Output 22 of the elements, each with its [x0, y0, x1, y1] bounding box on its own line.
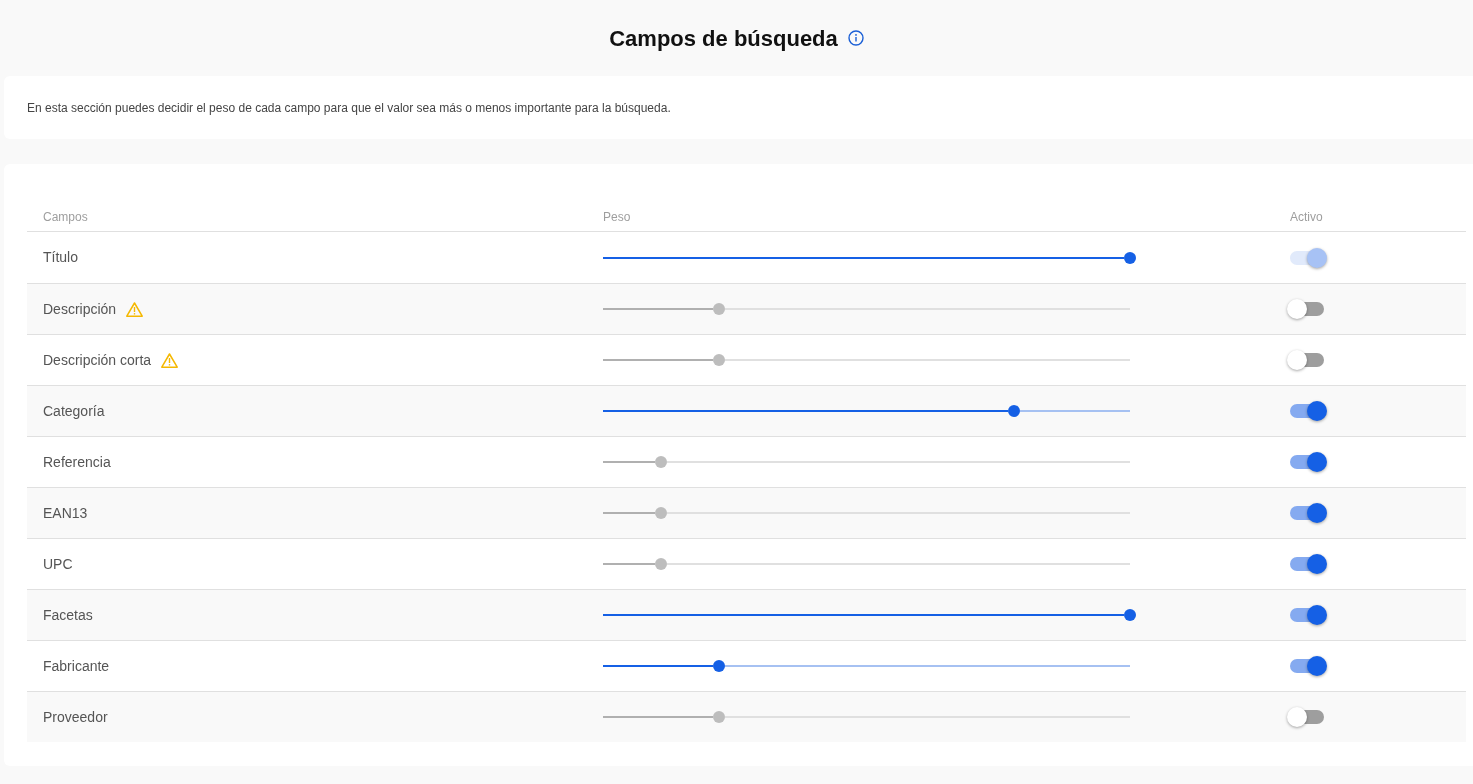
field-name: EAN13 — [43, 503, 88, 523]
field-name: Descripción — [43, 299, 117, 319]
column-header: Campos — [43, 209, 88, 224]
slider-track[interactable] — [603, 609, 1136, 621]
intro-text: En esta sección puedes decidir el peso de cada campo para que el valor sea más o menos importante para la búsqueda. — [27, 99, 671, 117]
slider-thumb[interactable] — [712, 660, 725, 672]
slider-track[interactable] — [603, 251, 1136, 264]
field-name: Referencia — [43, 452, 111, 472]
slider-thumb[interactable] — [1008, 405, 1021, 417]
info-icon[interactable] — [847, 30, 864, 46]
column-header: Peso — [603, 209, 631, 224]
field-name: Facetas — [43, 605, 93, 625]
slider-thumb[interactable] — [1124, 251, 1136, 264]
field-name: Fabricante — [43, 656, 110, 676]
field-name: Descripción corta — [43, 350, 152, 370]
column-header: Activo — [1290, 209, 1323, 224]
field-name: Título — [43, 248, 78, 267]
field-name: Proveedor — [43, 707, 108, 727]
page-title: Campos de búsqueda — [609, 24, 838, 53]
slider-thumb[interactable] — [1124, 609, 1136, 621]
field-name: Categoría — [43, 401, 105, 421]
field-name: UPC — [43, 554, 73, 574]
